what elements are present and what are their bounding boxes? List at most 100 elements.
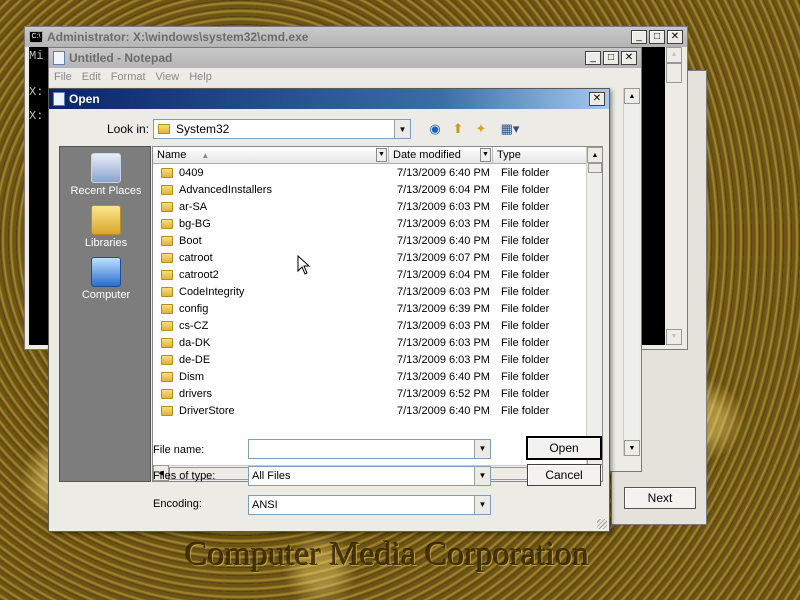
notepad-maximize-button[interactable]: □ (603, 51, 619, 65)
notepad-scroll-up-icon[interactable]: ▲ (624, 88, 640, 104)
menu-edit[interactable]: Edit (77, 71, 106, 83)
new-folder-icon[interactable]: ✦ (472, 120, 490, 138)
file-list[interactable]: Name ▲ ▼ Date modified ▼ Type 0409 7/13/2… (152, 146, 603, 482)
look-in-combo[interactable]: System32 ▼ (153, 119, 411, 139)
open-dialog-titlebar[interactable]: Open ✕ (49, 89, 609, 109)
folder-icon (161, 355, 173, 366)
file-name-text: cs-CZ (179, 320, 209, 332)
cancel-button[interactable]: Cancel (527, 464, 601, 486)
file-row[interactable]: CodeIntegrity 7/13/2009 6:03 PM File folde… (153, 284, 586, 301)
cmd-scroll-thumb[interactable] (666, 63, 682, 83)
file-list-vscroll[interactable]: ▲ ▼ (586, 147, 602, 465)
folder-icon (161, 236, 173, 247)
column-name[interactable]: Name ▲ ▼ (153, 147, 389, 164)
look-in-label: Look in: (107, 122, 150, 136)
column-date-modified[interactable]: Date modified ▼ (389, 147, 493, 164)
encoding-select[interactable]: ANSI ▼ (248, 495, 491, 515)
chevron-down-icon[interactable]: ▼ (480, 148, 491, 162)
libraries-icon (91, 205, 121, 235)
cmd-minimize-button[interactable]: _ (631, 30, 647, 44)
file-date-cell: 7/13/2009 6:03 PM (397, 218, 490, 230)
cmd-line: Mi (29, 49, 44, 63)
file-type-label: Files of type: (153, 470, 216, 482)
file-type-cell: File folder (501, 235, 550, 247)
cmd-maximize-button[interactable]: □ (649, 30, 665, 44)
menu-file[interactable]: File (49, 71, 77, 83)
file-row[interactable]: DriverStore 7/13/2009 6:40 PM File folder (153, 403, 586, 420)
chevron-down-icon[interactable]: ▼ (474, 496, 490, 514)
vscroll-thumb[interactable] (588, 163, 602, 173)
next-button[interactable]: Next (624, 487, 696, 509)
file-row[interactable]: de-DE 7/13/2009 6:03 PM File folder (153, 352, 586, 369)
file-date-cell: 7/13/2009 6:07 PM (397, 252, 490, 264)
file-name-label: File name: (153, 444, 205, 456)
file-name-text: da-DK (179, 337, 211, 349)
file-name-input[interactable]: ▼ (248, 439, 491, 459)
chevron-down-icon[interactable]: ▼ (376, 148, 387, 162)
column-type[interactable]: Type (493, 147, 588, 164)
file-row[interactable]: AdvancedInstallers 7/13/2009 6:04 PM File … (153, 182, 586, 199)
file-name-cell: Boot (161, 233, 202, 250)
column-type-label: Type (497, 149, 521, 161)
background-watermark: Computer Media Corporation (185, 536, 590, 573)
scroll-up-icon[interactable]: ▲ (587, 147, 602, 163)
file-date-cell: 7/13/2009 6:03 PM (397, 337, 490, 349)
notepad-close-button[interactable]: ✕ (621, 51, 637, 65)
open-dialog-close-button[interactable]: ✕ (589, 92, 605, 106)
file-type-cell: File folder (501, 218, 550, 230)
file-type-cell: File folder (501, 303, 550, 315)
cmd-scroll-down-icon[interactable]: ▼ (666, 329, 682, 345)
file-row[interactable]: cs-CZ 7/13/2009 6:03 PM File folder (153, 318, 586, 335)
computer-icon (91, 257, 121, 287)
file-type-cell: File folder (501, 269, 550, 281)
file-type-cell: File folder (501, 252, 550, 264)
file-row[interactable]: Dism 7/13/2009 6:40 PM File folder (153, 369, 586, 386)
column-name-label: Name (157, 149, 187, 161)
notepad-titlebar[interactable]: Untitled - Notepad _ □ ✕ (49, 48, 641, 68)
file-row[interactable]: da-DK 7/13/2009 6:03 PM File folder (153, 335, 586, 352)
file-date-cell: 7/13/2009 6:39 PM (397, 303, 490, 315)
chevron-down-icon[interactable]: ▼ (474, 440, 490, 458)
look-in-value: System32 (176, 122, 230, 136)
open-button[interactable]: Open (526, 436, 602, 460)
cmd-scrollbar[interactable]: ▲ ▼ (665, 47, 683, 345)
file-row[interactable]: drivers 7/13/2009 6:52 PM File folder (153, 386, 586, 403)
file-name-cell: da-DK (161, 335, 210, 352)
file-date-cell: 7/13/2009 6:03 PM (397, 201, 490, 213)
folder-icon (161, 389, 173, 400)
menu-view[interactable]: View (151, 71, 185, 83)
notepad-scroll-down-icon[interactable]: ▼ (624, 440, 640, 456)
notepad-scrollbar[interactable]: ▲ ▼ (623, 88, 640, 456)
back-icon[interactable]: ◉ (426, 120, 444, 138)
file-type-cell: File folder (501, 286, 550, 298)
file-name-cell: ar-SA (161, 199, 207, 216)
mouse-cursor-icon (297, 255, 311, 275)
file-row[interactable]: catroot 7/13/2009 6:07 PM File folder (153, 250, 586, 267)
menu-help[interactable]: Help (184, 71, 217, 83)
chevron-down-icon[interactable]: ▼ (394, 120, 410, 138)
file-row[interactable]: bg-BG 7/13/2009 6:03 PM File folder (153, 216, 586, 233)
menu-format[interactable]: Format (106, 71, 151, 83)
file-row[interactable]: Boot 7/13/2009 6:40 PM File folder (153, 233, 586, 250)
cmd-titlebar[interactable]: C:\ Administrator: X:\windows\system32\c… (25, 27, 687, 47)
file-name-text: Dism (179, 371, 205, 383)
chevron-down-icon[interactable]: ▼ (474, 467, 490, 485)
cmd-app-icon: C:\ (29, 31, 43, 43)
file-row[interactable]: 0409 7/13/2009 6:40 PM File folder (153, 165, 586, 182)
place-computer[interactable]: Computer (60, 257, 152, 301)
notepad-minimize-button[interactable]: _ (585, 51, 601, 65)
file-name-cell: DriverStore (161, 403, 235, 420)
file-type-select[interactable]: All Files ▼ (248, 466, 491, 486)
cmd-close-button[interactable]: ✕ (667, 30, 683, 44)
file-row[interactable]: catroot2 7/13/2009 6:04 PM File folder (153, 267, 586, 284)
up-folder-icon[interactable]: ⬆ (449, 120, 467, 138)
place-libraries[interactable]: Libraries (60, 205, 152, 249)
place-recent-places[interactable]: Recent Places (60, 153, 152, 197)
file-row[interactable]: config 7/13/2009 6:39 PM File folder (153, 301, 586, 318)
file-row[interactable]: ar-SA 7/13/2009 6:03 PM File folder (153, 199, 586, 216)
file-name-text: drivers (179, 388, 213, 400)
cmd-scroll-up-icon[interactable]: ▲ (666, 47, 682, 63)
resize-grip-icon[interactable] (597, 519, 607, 529)
view-menu-icon[interactable]: ▦▾ (497, 120, 523, 138)
column-date-label: Date modified (393, 149, 461, 161)
